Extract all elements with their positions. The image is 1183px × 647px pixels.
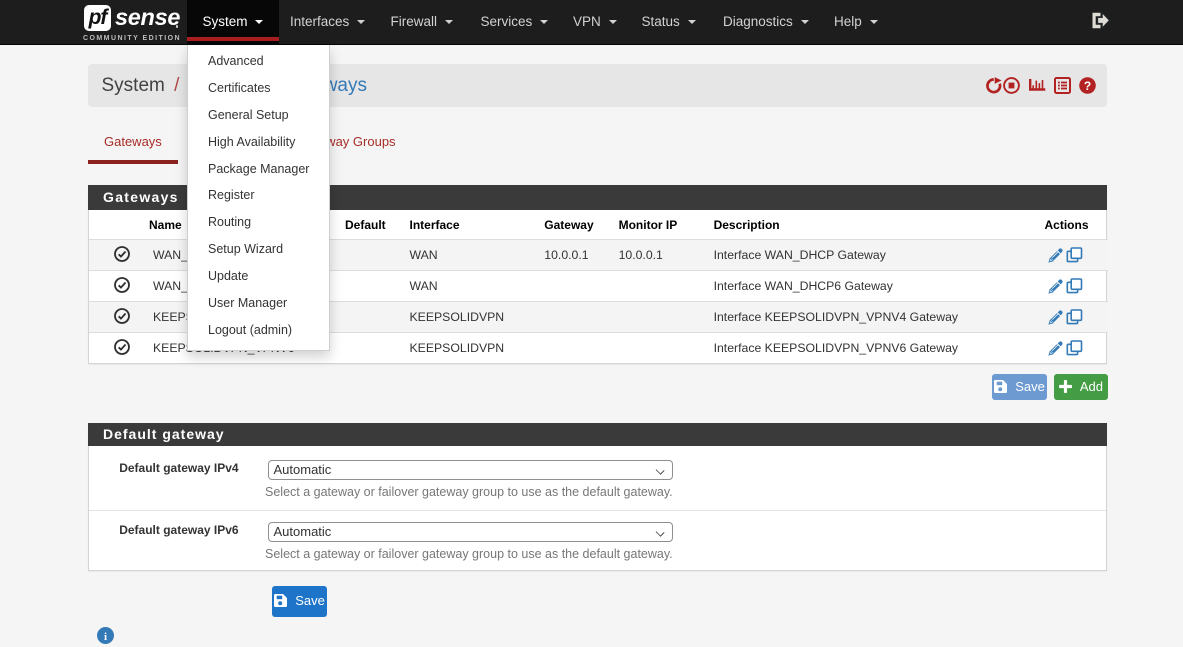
svg-text:i: i <box>104 631 107 643</box>
svg-text:?: ? <box>1083 79 1090 93</box>
